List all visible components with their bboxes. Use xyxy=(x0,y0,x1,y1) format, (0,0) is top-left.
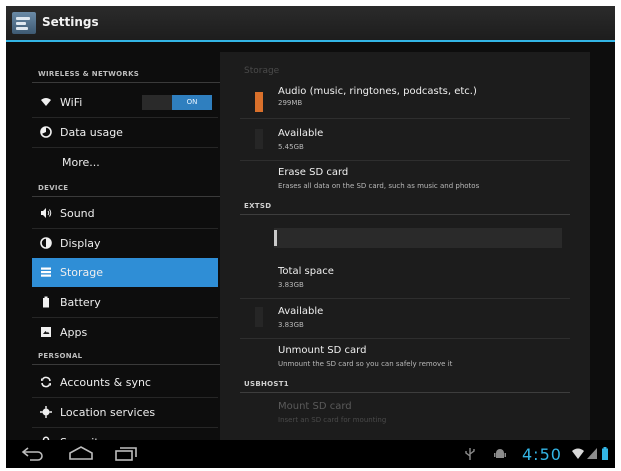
wifi-signal-icon xyxy=(572,448,584,459)
location-target-icon xyxy=(40,406,52,418)
available-color-swatch xyxy=(255,307,263,327)
data-usage-icon xyxy=(40,126,52,138)
storage-icon xyxy=(41,267,51,277)
menu-item-label: Accounts & sync xyxy=(60,376,151,389)
menu-item-label: Apps xyxy=(60,326,88,339)
menu-item-data-usage[interactable]: Data usage xyxy=(32,118,218,147)
section-header-personal: PERSONAL xyxy=(38,352,83,360)
menu-item-label: Data usage xyxy=(60,126,123,139)
recent-apps-icon[interactable] xyxy=(114,445,138,461)
available-color-swatch xyxy=(255,129,263,149)
storage-item-size: 3.83GB xyxy=(278,321,304,329)
extsd-usage-bar xyxy=(274,228,562,248)
settings-app-icon[interactable] xyxy=(12,12,36,34)
menu-item-label: Display xyxy=(60,237,101,250)
speaker-icon xyxy=(41,208,52,218)
menu-item-label: Location services xyxy=(60,406,156,419)
action-bar: Settings xyxy=(6,6,615,42)
group-divider xyxy=(240,214,570,215)
menu-item-wifi[interactable]: WiFi ON xyxy=(32,88,218,117)
storage-item-size: 299MB xyxy=(278,99,303,107)
window-title: Settings xyxy=(42,15,99,29)
unmount-sd-card-description: Unmount the SD card so you can safely re… xyxy=(278,360,453,368)
mount-sd-card-description: Insert an SD card for mounting xyxy=(278,416,387,424)
usb-icon xyxy=(465,448,475,460)
system-navigation-bar: 4:50 xyxy=(6,440,615,468)
mount-sd-card-title: Mount SD card xyxy=(278,401,352,412)
menu-item-label: Storage xyxy=(60,266,104,279)
storage-item-size: 5.45GB xyxy=(278,143,304,151)
erase-sd-card-item[interactable]: Erase SD card Erases all data on the SD … xyxy=(240,162,570,196)
settings-menu: WIRELESS & NETWORKS WiFi ON Data usage M… xyxy=(6,42,220,449)
extsd-usage-fill xyxy=(274,230,277,246)
row-divider xyxy=(240,160,570,161)
menu-item-accounts-sync[interactable]: Accounts & sync xyxy=(32,368,218,397)
storage-item-available-extsd[interactable]: Available 3.83GB xyxy=(240,300,570,336)
back-arrow-icon[interactable] xyxy=(20,445,46,461)
storage-item-title: Audio (music, ringtones, podcasts, etc.) xyxy=(278,86,477,97)
menu-item-more[interactable]: More... xyxy=(32,148,218,177)
storage-item-size: 3.83GB xyxy=(278,281,304,289)
unmount-sd-card-item[interactable]: Unmount SD card Unmount the SD card so y… xyxy=(240,340,570,374)
apps-icon xyxy=(41,327,51,337)
group-divider xyxy=(240,392,570,393)
menu-item-display[interactable]: Display xyxy=(32,229,218,258)
storage-item-available-internal[interactable]: Available 5.45GB xyxy=(240,122,570,158)
signal-strength-icon xyxy=(587,448,597,459)
storage-item-total-space: Total space 3.83GB xyxy=(240,260,570,294)
wifi-toggle[interactable]: ON xyxy=(142,95,212,110)
audio-color-swatch xyxy=(255,92,263,112)
group-header-usbhost1: USBHOST1 xyxy=(244,380,289,388)
erase-sd-card-description: Erases all data on the SD card, such as … xyxy=(278,182,480,190)
erase-sd-card-title: Erase SD card xyxy=(278,167,349,178)
menu-item-battery[interactable]: Battery xyxy=(32,288,218,317)
android-debug-icon xyxy=(494,449,506,458)
storage-item-title: Total space xyxy=(278,266,334,277)
section-header-wireless: WIRELESS & NETWORKS xyxy=(38,70,140,78)
tablet-screen: Settings WIRELESS & NETWORKS WiFi ON Dat… xyxy=(6,6,615,468)
storage-item-title: Available xyxy=(278,306,324,317)
battery-status-icon xyxy=(602,447,608,460)
home-icon[interactable] xyxy=(68,445,94,461)
menu-item-label: More... xyxy=(62,156,100,169)
row-divider xyxy=(240,338,570,339)
sync-icon xyxy=(41,376,51,388)
section-divider xyxy=(32,82,220,83)
menu-item-location-services[interactable]: Location services xyxy=(32,398,218,427)
storage-item-audio[interactable]: Audio (music, ringtones, podcasts, etc.)… xyxy=(240,86,570,116)
section-divider xyxy=(32,364,220,365)
status-clock[interactable]: 4:50 xyxy=(522,445,562,464)
menu-item-label: Sound xyxy=(60,207,95,220)
menu-item-label: WiFi xyxy=(60,96,83,109)
display-brightness-icon xyxy=(40,237,52,249)
wifi-icon xyxy=(41,98,51,106)
menu-item-label: Battery xyxy=(60,296,101,309)
row-divider xyxy=(240,298,570,299)
group-header-extsd: EXTSD xyxy=(244,202,272,210)
battery-icon xyxy=(43,296,49,308)
section-divider xyxy=(32,196,220,197)
row-divider xyxy=(240,118,570,119)
mount-sd-card-item: Mount SD card Insert an SD card for moun… xyxy=(240,396,570,430)
menu-item-apps[interactable]: Apps xyxy=(32,318,218,347)
section-header-device: DEVICE xyxy=(38,184,69,192)
menu-item-sound[interactable]: Sound xyxy=(32,199,218,228)
pane-header: Storage xyxy=(244,66,280,76)
storage-item-title: Available xyxy=(278,128,324,139)
wifi-toggle-on: ON xyxy=(172,95,212,110)
menu-item-storage[interactable]: Storage xyxy=(32,258,218,287)
storage-pane: Storage Audio (music, ringtones, podcast… xyxy=(220,52,590,440)
unmount-sd-card-title: Unmount SD card xyxy=(278,345,367,356)
